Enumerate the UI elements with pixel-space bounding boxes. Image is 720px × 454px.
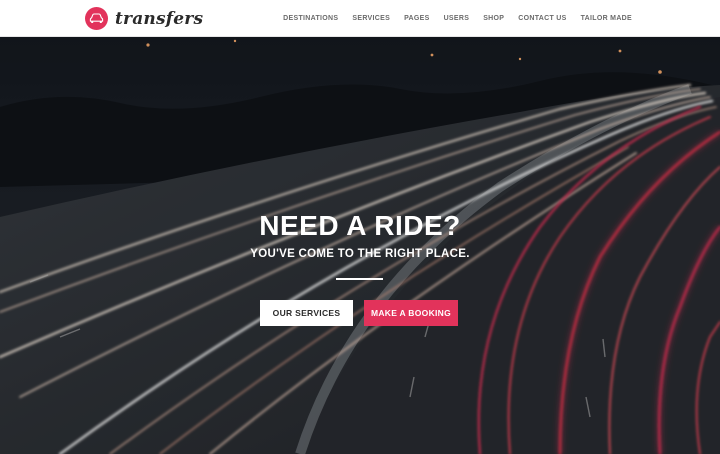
- site-header: transfers DESTINATIONS SERVICES PAGES US…: [0, 0, 720, 37]
- site-logo[interactable]: transfers: [85, 6, 203, 31]
- nav-item-destinations[interactable]: DESTINATIONS: [283, 15, 338, 22]
- main-nav: DESTINATIONS SERVICES PAGES USERS SHOP C…: [283, 0, 632, 37]
- nav-item-shop[interactable]: SHOP: [483, 15, 504, 22]
- car-icon: [85, 7, 108, 30]
- hero-divider: [336, 278, 383, 280]
- nav-item-users[interactable]: USERS: [444, 15, 470, 22]
- nav-item-tailor-made[interactable]: TAILOR MADE: [581, 15, 632, 22]
- hero-background-image: [0, 37, 720, 454]
- nav-item-services[interactable]: SERVICES: [352, 15, 390, 22]
- hero-subtitle: YOU'VE COME TO THE RIGHT PLACE.: [250, 248, 470, 260]
- make-a-booking-button[interactable]: MAKE A BOOKING: [364, 300, 458, 326]
- nav-item-contact-us[interactable]: CONTACT US: [518, 15, 566, 22]
- our-services-button[interactable]: OUR SERVICES: [260, 300, 353, 326]
- hero-section: NEED A RIDE? YOU'VE COME TO THE RIGHT PL…: [0, 37, 720, 454]
- nav-item-pages[interactable]: PAGES: [404, 15, 430, 22]
- hero-title: NEED A RIDE?: [259, 210, 461, 241]
- logo-text: transfers: [115, 8, 204, 29]
